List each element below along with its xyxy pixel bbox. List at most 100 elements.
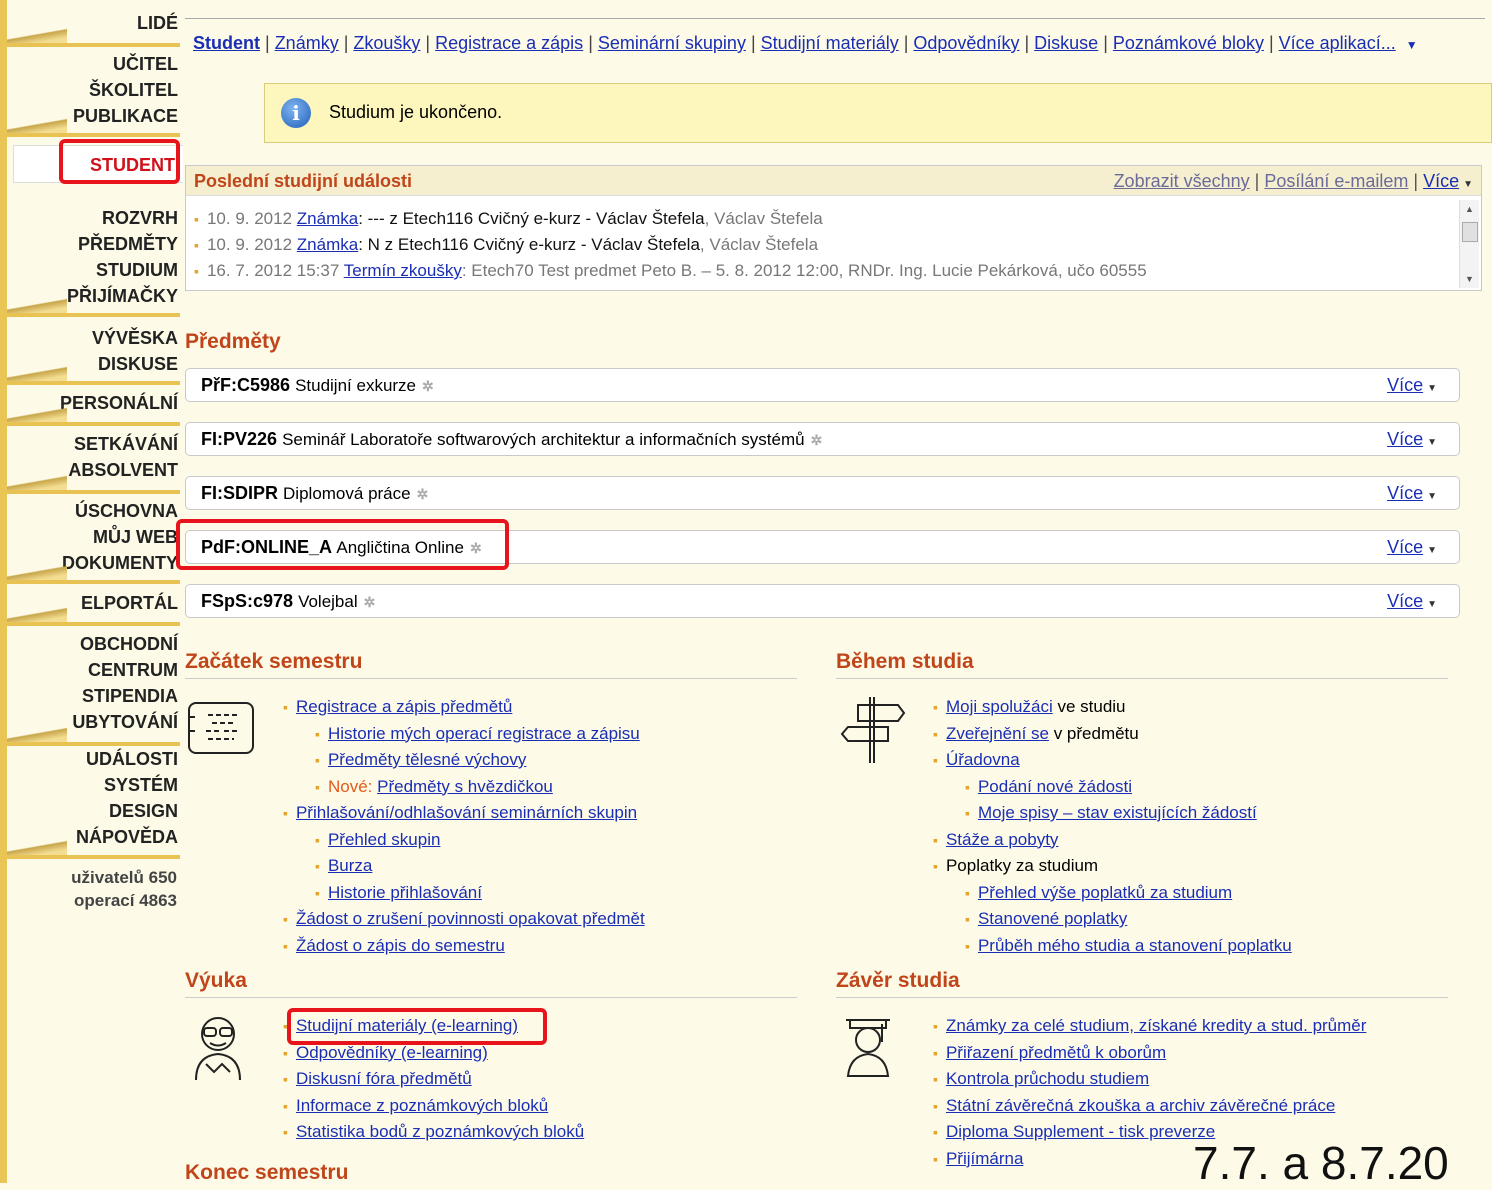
nav-item-udalosti[interactable]: UDÁLOSTI <box>7 746 178 772</box>
course-more-link[interactable]: Více <box>1387 483 1423 503</box>
link-poznamkove-bloky[interactable]: Poznámkové bloky <box>1113 33 1264 53</box>
show-all-link[interactable]: Zobrazit všechny <box>1114 171 1250 191</box>
scroll-up-icon[interactable]: ▲ <box>1465 204 1474 214</box>
nav-item-design[interactable]: DESIGN <box>7 798 178 824</box>
link-seminarni-skupiny[interactable]: Seminární skupiny <box>598 33 746 53</box>
link-historie-registrace[interactable]: Historie mých operací registrace a zápis… <box>328 724 640 743</box>
link-podani-zadosti[interactable]: Podání nové žádosti <box>978 777 1132 796</box>
link-prijimarna[interactable]: Přijímárna <box>946 1149 1023 1168</box>
gear-icon[interactable]: ✲ <box>470 540 482 556</box>
event-type-link[interactable]: Termín zkoušky <box>344 261 462 280</box>
nav-item-lide[interactable]: LIDÉ <box>7 10 178 36</box>
nav-item-predmety[interactable]: PŘEDMĚTY <box>7 231 178 257</box>
link-znamky[interactable]: Známky <box>275 33 339 53</box>
nav-item-personalni[interactable]: PERSONÁLNÍ <box>7 390 178 416</box>
nav-item-student[interactable]: STUDENT <box>14 146 183 184</box>
event-type-link[interactable]: Známka <box>297 235 358 254</box>
events-scrollbar[interactable]: ▲ ▼ <box>1459 200 1479 288</box>
link-kontrola-pruchodu[interactable]: Kontrola průchodu studiem <box>946 1069 1149 1088</box>
nav-item-elportal[interactable]: ELPORTÁL <box>7 590 178 616</box>
nav-item-centrum[interactable]: CENTRUM <box>7 657 178 683</box>
link-historie-prihlasovani[interactable]: Historie přihlašování <box>328 883 482 902</box>
link-statni-zaverecna[interactable]: Státní závěrečná zkouška a archiv závěre… <box>946 1096 1335 1115</box>
chevron-down-icon[interactable]: ▼ <box>1427 383 1437 394</box>
chevron-down-icon[interactable]: ▼ <box>1427 545 1437 556</box>
nav-item-dokumenty[interactable]: DOKUMENTY <box>7 550 178 576</box>
link-statistika-bodu[interactable]: Statistika bodů z poznámkových bloků <box>296 1122 584 1141</box>
nav-item-napoveda[interactable]: NÁPOVĚDA <box>7 824 178 850</box>
nav-item-rozvrh[interactable]: ROZVRH <box>7 205 178 231</box>
link-moje-spisy[interactable]: Moje spisy – stav existujících žádostí <box>978 803 1257 822</box>
course-row[interactable]: FI:PV226 Seminář Laboratoře softwarových… <box>185 422 1460 456</box>
scroll-thumb[interactable] <box>1462 222 1478 242</box>
link-predmety-tv[interactable]: Předměty tělesné výchovy <box>328 750 526 769</box>
link-prirazeni-predmetu[interactable]: Přiřazení předmětů k oborům <box>946 1043 1166 1062</box>
link-student[interactable]: Student <box>193 33 260 53</box>
link-diploma-supplement[interactable]: Diploma Supplement - tisk preverze <box>946 1122 1215 1141</box>
course-row[interactable]: PřF:C5986 Studijní exkurze ✲ Více ▼ <box>185 368 1460 402</box>
link-predmety-hvezdicka[interactable]: Předměty s hvězdičkou <box>377 777 553 796</box>
nav-item-diskuse[interactable]: DISKUSE <box>7 351 178 377</box>
link-zadost-zapis[interactable]: Žádost o zápis do semestru <box>296 936 505 955</box>
course-more-link[interactable]: Více <box>1387 429 1423 449</box>
nav-item-vyveska[interactable]: VÝVĚSKA <box>7 325 178 351</box>
link-registrace[interactable]: Registrace a zápis <box>435 33 583 53</box>
link-odpovedniky-elearning[interactable]: Odpovědníky (e-learning) <box>296 1043 488 1062</box>
course-row[interactable]: FI:SDIPR Diplomová práce ✲ Více ▼ <box>185 476 1460 510</box>
nav-item-ubytovani[interactable]: UBYTOVÁNÍ <box>7 709 178 735</box>
gear-icon[interactable]: ✲ <box>422 378 434 394</box>
nav-item-prijimacky[interactable]: PŘIJÍMAČKY <box>7 283 178 309</box>
link-vice-aplikaci[interactable]: Více aplikací... <box>1279 33 1396 53</box>
course-more-link[interactable]: Více <box>1387 591 1423 611</box>
chevron-down-icon[interactable]: ▼ <box>1406 38 1418 52</box>
nav-item-studium[interactable]: STUDIUM <box>7 257 178 283</box>
nav-item-student-active[interactable]: STUDENT <box>13 145 183 183</box>
course-row[interactable]: FSpS:c978 Volejbal ✲ Více ▼ <box>185 584 1460 618</box>
nav-item-stipendia[interactable]: STIPENDIA <box>7 683 178 709</box>
link-diskuse[interactable]: Diskuse <box>1034 33 1098 53</box>
course-row[interactable]: PdF:ONLINE_A Angličtina Online ✲ Více ▼ <box>185 530 1460 564</box>
course-more-link[interactable]: Více <box>1387 375 1423 395</box>
link-spoluzaci[interactable]: Moji spolužáci <box>946 697 1053 716</box>
nav-item-system[interactable]: SYSTÉM <box>7 772 178 798</box>
link-registrace-zapis[interactable]: Registrace a zápis předmětů <box>296 697 512 716</box>
link-seminarni-prihlasovani[interactable]: Přihlašování/odhlašování seminárních sku… <box>296 803 637 822</box>
events-more-link[interactable]: Více <box>1423 171 1459 191</box>
chevron-down-icon[interactable]: ▼ <box>1427 437 1437 448</box>
link-zadost-zruseni[interactable]: Žádost o zrušení povinnosti opakovat pře… <box>296 909 645 928</box>
email-link[interactable]: Posílání e-mailem <box>1264 171 1408 191</box>
link-zkousky[interactable]: Zkoušky <box>353 33 420 53</box>
nav-item-publikace[interactable]: PUBLIKACE <box>7 103 178 129</box>
link-stanovene-poplatky[interactable]: Stanovené poplatky <box>978 909 1127 928</box>
link-zverejneni[interactable]: Zveřejnění se <box>946 724 1049 743</box>
link-staze[interactable]: Stáže a pobyty <box>946 830 1058 849</box>
chevron-down-icon[interactable]: ▼ <box>1427 491 1437 502</box>
link-studijni-materialy-elearning[interactable]: Studijní materiály (e-learning) <box>296 1016 518 1035</box>
chevron-down-icon[interactable]: ▼ <box>1427 599 1437 610</box>
nav-item-setkavani[interactable]: SETKÁVÁNÍ <box>7 431 178 457</box>
chevron-down-icon[interactable]: ▼ <box>1463 179 1473 190</box>
event-type-link[interactable]: Známka <box>297 209 358 228</box>
gear-icon[interactable]: ✲ <box>417 486 429 502</box>
link-informace-bloky[interactable]: Informace z poznámkových bloků <box>296 1096 548 1115</box>
nav-item-skolitel[interactable]: ŠKOLITEL <box>7 77 178 103</box>
link-burza[interactable]: Burza <box>328 856 372 875</box>
gear-icon[interactable]: ✲ <box>364 594 376 610</box>
nav-item-uschovna[interactable]: ÚSCHOVNA <box>7 498 178 524</box>
link-prehled-poplatku[interactable]: Přehled výše poplatků za studium <box>978 883 1232 902</box>
link-znamky-cele-studium[interactable]: Známky za celé studium, získané kredity … <box>946 1016 1366 1035</box>
scroll-down-icon[interactable]: ▼ <box>1465 274 1474 284</box>
link-studijni-materialy[interactable]: Studijní materiály <box>761 33 899 53</box>
nav-item-muj-web[interactable]: MŮJ WEB <box>7 524 178 550</box>
section-title-during: Během studia <box>836 650 1448 679</box>
nav-item-obchodni[interactable]: OBCHODNÍ <box>7 631 178 657</box>
nav-item-ucitel[interactable]: UČITEL <box>7 51 178 77</box>
gear-icon[interactable]: ✲ <box>811 432 823 448</box>
link-uradovna[interactable]: Úřadovna <box>946 750 1020 769</box>
course-more-link[interactable]: Více <box>1387 537 1423 557</box>
nav-item-absolvent[interactable]: ABSOLVENT <box>7 457 178 483</box>
link-prubeh-studia[interactable]: Průběh mého studia a stanovení poplatku <box>978 936 1292 955</box>
link-prehled-skupin[interactable]: Přehled skupin <box>328 830 440 849</box>
link-diskusni-fora[interactable]: Diskusní fóra předmětů <box>296 1069 472 1088</box>
link-odpovedniky[interactable]: Odpovědníky <box>913 33 1019 53</box>
